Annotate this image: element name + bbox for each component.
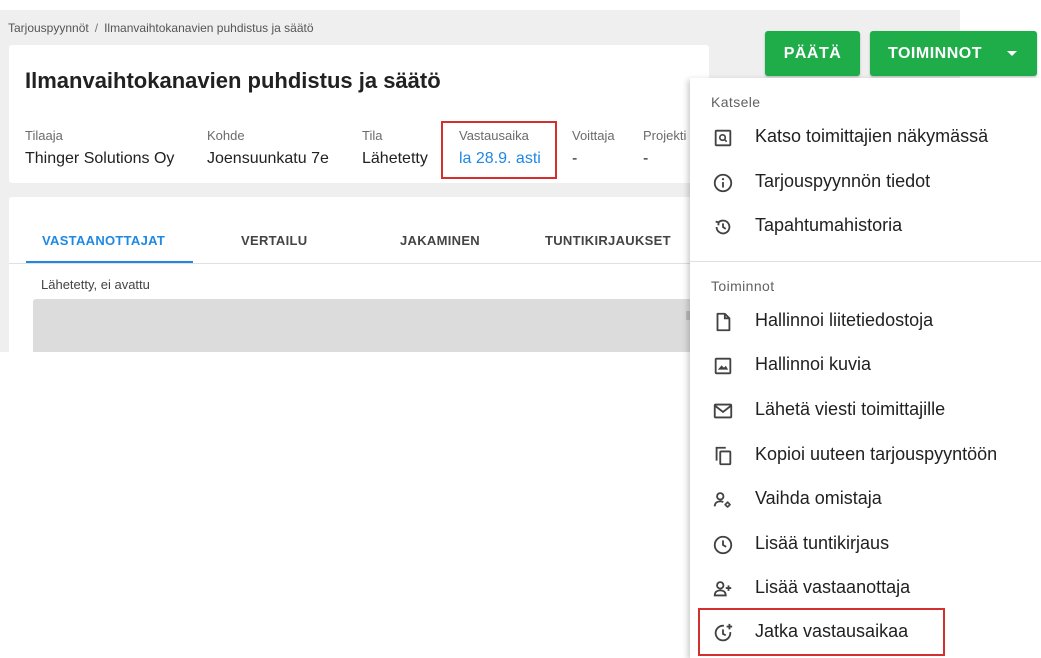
meta-label: Voittaja: [572, 128, 615, 143]
meta-label: Kohde: [207, 128, 245, 143]
meta-customer: Tilaaja Thinger Solutions Oy: [25, 128, 174, 168]
tabs-card: VASTAANOTTAJAT VERTAILU JAKAMINEN TUNTIK…: [9, 197, 709, 352]
meta-label: Tila: [362, 128, 383, 143]
menu-item-label: Tarjouspyynnön tiedot: [755, 171, 931, 191]
file-icon: [712, 311, 734, 333]
meta-value: -: [572, 150, 578, 167]
mail-icon: [712, 400, 734, 422]
menu-item-label: Hallinnoi liitetiedostoja: [755, 310, 934, 330]
meta-value: Thinger Solutions Oy: [25, 150, 175, 167]
meta-label: Tilaaja: [25, 128, 63, 143]
tab-divider: [9, 263, 709, 264]
actions-button-label: TOIMINNOT: [888, 44, 982, 62]
recipient-status-text: Lähetetty, ei avattu: [41, 277, 150, 292]
menu-item-label: Kopioi uuteen tarjouspyyntöön: [755, 444, 998, 464]
actions-dropdown-menu: Katsele Katso toimittajien näkymässä Tar…: [690, 78, 1041, 658]
tab-sharing[interactable]: JAKAMINEN: [400, 233, 480, 248]
actions-menu-button[interactable]: TOIMINNOT: [870, 31, 1037, 76]
breadcrumb-root-link[interactable]: Tarjouspyynnöt: [8, 21, 89, 35]
meta-status: Tila Lähetetty: [362, 128, 428, 168]
tab-comparison[interactable]: VERTAILU: [241, 233, 307, 248]
person-add-icon: [712, 578, 734, 600]
menu-item-label: Hallinnoi kuvia: [755, 354, 872, 374]
menu-item-label: Lisää vastaanottaja: [755, 577, 911, 597]
menu-item-label: Katso toimittajien näkymässä: [755, 126, 989, 146]
menu-section-view: Katsele: [711, 94, 761, 110]
info-icon: [712, 172, 734, 194]
menu-item-manage-attachments[interactable]: Hallinnoi liitetiedostoja: [690, 301, 1041, 341]
meta-project: Projekti -: [643, 128, 686, 168]
extend-deadline-highlight-box: [698, 608, 945, 656]
clock-icon: [712, 534, 734, 556]
menu-item-label: Lähetä viesti toimittajille: [755, 399, 946, 419]
user-settings-icon: [712, 489, 734, 511]
meta-value: Lähetetty: [362, 150, 428, 167]
page-title: Ilmanvaihtokanavien puhdistus ja säätö: [25, 68, 441, 93]
history-icon: [712, 216, 734, 238]
menu-item-send-message[interactable]: Lähetä viesti toimittajille: [690, 390, 1041, 430]
menu-item-change-owner[interactable]: Vaihda omistaja: [690, 479, 1041, 519]
menu-divider: [690, 261, 1041, 262]
menu-item-supplier-view[interactable]: Katso toimittajien näkymässä: [690, 117, 1041, 157]
menu-item-label: Vaihda omistaja: [755, 488, 882, 508]
meta-value: -: [643, 150, 649, 167]
menu-item-manage-images[interactable]: Hallinnoi kuvia: [690, 345, 1041, 385]
image-icon: [712, 355, 734, 377]
breadcrumb: Tarjouspyynnöt / Ilmanvaihtokanavien puhdi…: [8, 21, 314, 35]
menu-item-label: Tapahtumahistoria: [755, 215, 903, 235]
request-header-card: Ilmanvaihtokanavien puhdistus ja säätö T…: [9, 45, 709, 183]
tab-recipients[interactable]: VASTAANOTTAJAT: [42, 233, 165, 248]
menu-section-actions: Toiminnot: [711, 278, 775, 294]
meta-site: Kohde Joensuunkatu 7e: [207, 128, 329, 168]
copy-icon: [712, 445, 734, 467]
menu-item-label: Lisää tuntikirjaus: [755, 533, 890, 553]
breadcrumb-current: Ilmanvaihtokanavien puhdistus ja säätö: [104, 21, 314, 35]
meta-value: Joensuunkatu 7e: [207, 150, 329, 167]
menu-item-add-time-entry[interactable]: Lisää tuntikirjaus: [690, 524, 1041, 564]
meta-winner: Voittaja -: [572, 128, 615, 168]
caret-down-icon: [1007, 51, 1017, 56]
deadline-highlight-box: [441, 121, 557, 179]
preview-icon: [712, 127, 734, 149]
top-strip: [0, 0, 960, 10]
meta-label: Projekti: [643, 128, 687, 143]
recipient-panel: [33, 299, 709, 352]
menu-item-event-history[interactable]: Tapahtumahistoria: [690, 206, 1041, 246]
menu-item-copy-request[interactable]: Kopioi uuteen tarjouspyyntöön: [690, 435, 1041, 475]
close-request-button[interactable]: PÄÄTÄ: [765, 31, 860, 76]
menu-item-request-info[interactable]: Tarjouspyynnön tiedot: [690, 162, 1041, 202]
menu-item-add-recipient[interactable]: Lisää vastaanottaja: [690, 568, 1041, 608]
breadcrumb-separator: /: [94, 21, 99, 35]
tab-time-entries[interactable]: TUNTIKIRJAUKSET: [545, 233, 671, 248]
